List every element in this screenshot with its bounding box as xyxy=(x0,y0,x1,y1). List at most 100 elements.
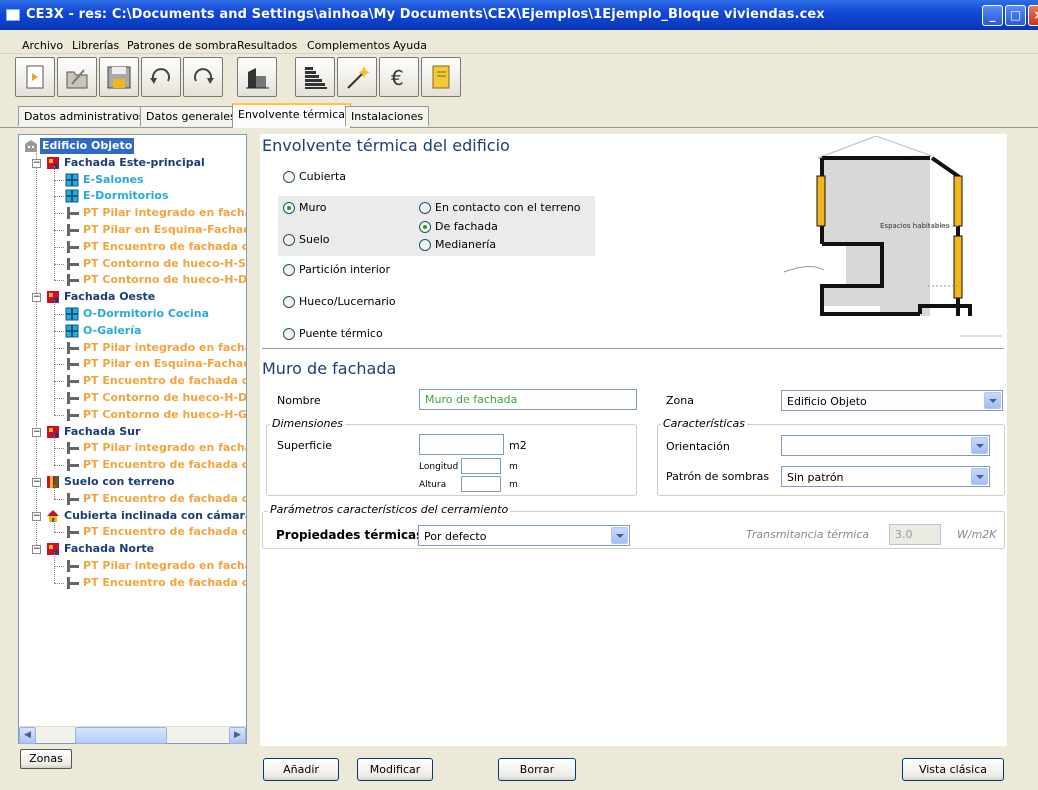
menu-patrones-sombra[interactable]: Patrones de sombra xyxy=(127,39,237,52)
save-button[interactable] xyxy=(99,57,139,97)
thermal-bridge-icon xyxy=(67,408,79,421)
zona-label: Zona xyxy=(666,394,694,407)
menu-archivo[interactable]: Archivo xyxy=(22,39,63,52)
scroll-thumb[interactable] xyxy=(75,727,167,744)
propiedades-termicas-select[interactable]: Por defecto xyxy=(418,525,630,546)
scroll-left-button[interactable]: ◀ xyxy=(19,727,36,744)
transmitancia-unit: W/m2K xyxy=(957,528,997,541)
wand-icon xyxy=(347,66,370,89)
toolbar: € xyxy=(0,54,1038,102)
modify-button[interactable]: Modificar xyxy=(357,758,433,781)
transmitancia-label: Transmitancia térmica xyxy=(746,528,870,541)
close-button[interactable]: × xyxy=(1028,5,1038,26)
parametros-legend: Parámetros característicos del cerramien… xyxy=(268,503,511,516)
rating-bars-icon xyxy=(305,67,327,89)
classic-view-button[interactable]: Vista clásica xyxy=(902,758,1004,781)
open-button[interactable] xyxy=(57,57,97,97)
altura-label: Altura xyxy=(419,480,447,490)
nombre-input[interactable]: Muro de fachada xyxy=(419,389,637,410)
scroll-right-button[interactable]: ▶ xyxy=(229,727,246,744)
superficie-label: Superficie xyxy=(277,439,333,452)
patron-sombras-label: Patrón de sombras xyxy=(666,470,770,483)
zona-select[interactable]: Edificio Objeto xyxy=(781,390,1003,411)
radio-dot xyxy=(283,264,295,276)
add-button[interactable]: Añadir xyxy=(263,758,339,781)
building-button[interactable] xyxy=(237,57,277,97)
window-icon xyxy=(65,324,79,338)
thermal-bridge-icon xyxy=(67,358,79,371)
radio-dot xyxy=(283,328,295,340)
thermal-bridge-icon xyxy=(67,576,79,589)
patron-sombras-value: Sin patrón xyxy=(787,471,844,484)
thermal-bridge-icon xyxy=(67,257,79,270)
chevron-down-icon xyxy=(984,392,1001,409)
minimize-button[interactable]: _ xyxy=(982,5,1003,26)
building-node-icon xyxy=(25,140,37,152)
delete-button[interactable]: Borrar xyxy=(498,758,576,781)
envelope-tree[interactable]: Edificio Objeto − Fachada Este-principal E… xyxy=(18,134,247,744)
superficie-input[interactable] xyxy=(419,434,504,455)
facade-icon xyxy=(47,291,59,304)
menu-resultados[interactable]: Resultados xyxy=(237,39,297,52)
new-file-button[interactable] xyxy=(15,57,55,97)
patron-sombras-select[interactable]: Sin patrón xyxy=(781,466,990,487)
undo-icon xyxy=(150,68,170,84)
zona-value: Edificio Objeto xyxy=(787,395,867,408)
rating-button[interactable] xyxy=(295,57,335,97)
radio-dot xyxy=(283,171,295,183)
save-icon xyxy=(107,66,131,89)
longitud-input[interactable] xyxy=(461,458,501,474)
zonas-button[interactable]: Zonas xyxy=(20,749,72,769)
tab-envolvente-termica[interactable]: Envolvente térmica xyxy=(232,103,352,128)
tab-datos-generales[interactable]: Datos generales xyxy=(140,106,242,126)
wand-button[interactable] xyxy=(337,57,377,97)
orientacion-select[interactable] xyxy=(781,435,990,456)
expander-minus[interactable]: − xyxy=(32,293,41,303)
altura-input[interactable] xyxy=(461,476,501,492)
window-icon xyxy=(65,307,79,321)
tree-horizontal-scrollbar[interactable]: ◀ ▶ xyxy=(19,726,246,744)
facade-icon xyxy=(47,543,59,556)
thermal-bridge-icon xyxy=(67,341,79,354)
redo-button[interactable] xyxy=(183,57,223,97)
diagram-label: Espacios habitables xyxy=(880,222,950,230)
dimensiones-legend: Dimensiones xyxy=(270,417,345,430)
expander-minus[interactable]: − xyxy=(32,158,41,168)
expander-minus[interactable]: − xyxy=(32,478,41,487)
envelope-title: Envolvente térmica del edificio xyxy=(262,136,510,155)
superficie-unit: m2 xyxy=(509,439,527,452)
propiedades-termicas-label: Propiedades térmicas xyxy=(276,528,424,542)
building-icon xyxy=(246,68,269,89)
menu-complementos[interactable]: Complementos xyxy=(307,39,390,52)
menu-librerias[interactable]: Librerías xyxy=(72,39,119,52)
longitud-label: Longitud xyxy=(419,462,459,472)
menu-bar: Archivo Librerías Patrones de sombra Res… xyxy=(0,30,1038,54)
undo-button[interactable] xyxy=(141,57,181,97)
radio-dot xyxy=(419,202,431,214)
orientacion-label: Orientación xyxy=(666,440,730,453)
window-icon xyxy=(65,173,79,187)
propiedades-termicas-value: Por defecto xyxy=(424,530,487,543)
thermal-bridge-icon xyxy=(67,459,79,472)
menu-ayuda[interactable]: Ayuda xyxy=(393,39,427,52)
expander-minus[interactable]: − xyxy=(32,545,41,555)
open-folder-icon xyxy=(66,69,88,89)
thermal-bridge-icon xyxy=(67,392,79,404)
expander-minus[interactable]: − xyxy=(32,427,41,437)
chevron-down-icon xyxy=(971,468,988,485)
thermal-bridge-icon xyxy=(67,560,79,572)
new-file-icon xyxy=(26,65,44,89)
radio-dot xyxy=(283,202,295,214)
title-bar[interactable]: CE3X - res: C:\Documents and Settings\ai… xyxy=(0,0,1038,30)
form-section-title: Muro de fachada xyxy=(262,359,397,378)
facade-icon xyxy=(47,425,59,438)
tab-datos-administrativos[interactable]: Datos administrativos xyxy=(18,106,151,126)
chevron-down-icon xyxy=(971,437,988,454)
tab-instalaciones[interactable]: Instalaciones xyxy=(345,106,430,126)
radio-dot xyxy=(419,221,431,233)
maximize-button[interactable]: □ xyxy=(1005,5,1026,26)
euro-button[interactable]: € xyxy=(379,57,419,97)
expander-minus[interactable]: − xyxy=(32,511,41,521)
report-button[interactable] xyxy=(421,57,461,97)
caracteristicas-legend: Características xyxy=(661,417,748,430)
